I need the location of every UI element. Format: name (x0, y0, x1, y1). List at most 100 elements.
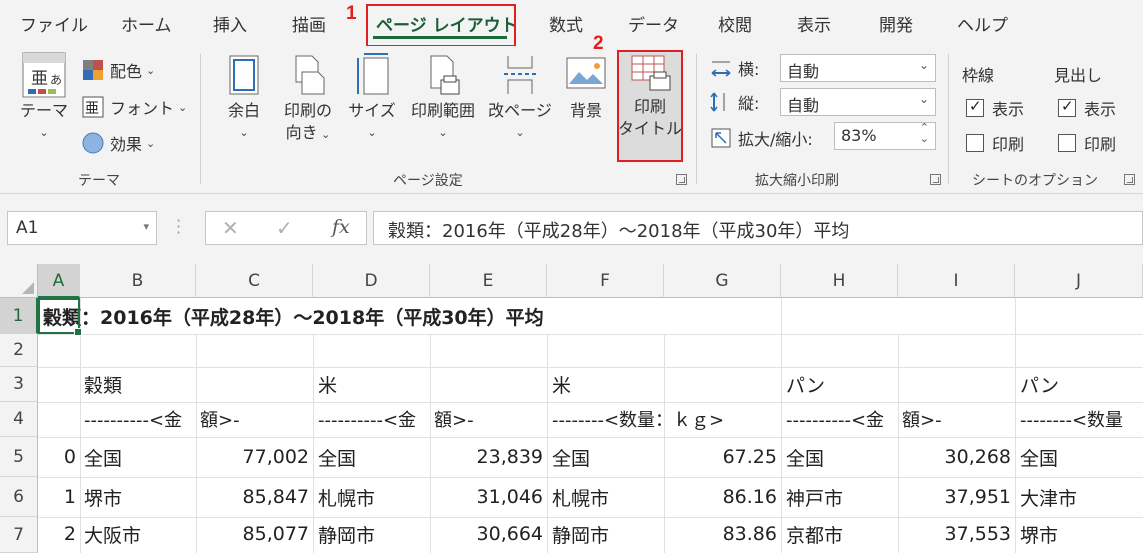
cell-e7[interactable]: 30,664 (430, 516, 543, 552)
row-header-4[interactable]: 4 (0, 402, 38, 437)
cell-h5[interactable]: 全国 (786, 439, 824, 475)
column-header-g[interactable]: G (664, 264, 781, 298)
cell-d3[interactable]: 米 (318, 366, 337, 402)
column-header-e[interactable]: E (430, 264, 547, 298)
formula-bar-grip-icon[interactable]: · · · (176, 213, 181, 241)
cell-c5[interactable]: 77,002 (196, 439, 309, 475)
gridlines-view-checkbox[interactable]: 表示 (966, 96, 1024, 120)
cell-e5[interactable]: 23,839 (430, 439, 543, 475)
cell-j7[interactable]: 堺市 (1020, 516, 1058, 552)
cell-b4[interactable]: ----------<金 額>- (84, 401, 240, 437)
gridline (38, 334, 1143, 335)
row-header-7[interactable]: 7 (0, 517, 38, 553)
cell-d6[interactable]: 札幌市 (318, 479, 375, 515)
cell-f7[interactable]: 静岡市 (552, 516, 609, 552)
scale-launcher-icon[interactable] (930, 174, 941, 185)
cell-f5[interactable]: 全国 (552, 439, 590, 475)
column-header-f[interactable]: F (547, 264, 664, 298)
chevron-down-icon[interactable]: ▾ (143, 220, 149, 233)
orientation-button[interactable]: 印刷の 向き ⌄ (278, 50, 338, 146)
breaks-button[interactable]: 改ページ ⌄ (485, 50, 555, 144)
cell-b6[interactable]: 堺市 (84, 479, 122, 515)
cell-g7[interactable]: 83.86 (664, 516, 777, 552)
enter-icon[interactable]: ✓ (276, 216, 293, 240)
cell-h7[interactable]: 京都市 (786, 516, 843, 552)
cell-h4[interactable]: ----------<金 額>- (786, 401, 942, 437)
tab-help[interactable]: ヘルプ (957, 11, 1008, 36)
cell-i6[interactable]: 37,951 (898, 479, 1011, 515)
width-dropdown[interactable]: 自動 ⌄ (780, 54, 936, 82)
scale-spinner[interactable]: 83% ⌃ ⌄ (834, 121, 936, 150)
cell-j4[interactable]: --------<数量 (1020, 401, 1123, 437)
cell-f3[interactable]: 米 (552, 366, 571, 402)
cell-g6[interactable]: 86.16 (664, 479, 777, 515)
row-header-3[interactable]: 3 (0, 367, 38, 402)
cell-h6[interactable]: 神戸市 (786, 479, 843, 515)
cell-c6[interactable]: 85,847 (196, 479, 309, 515)
cell-j5[interactable]: 全国 (1020, 439, 1058, 475)
select-all-button[interactable] (0, 264, 38, 298)
cancel-icon[interactable]: ✕ (222, 216, 239, 240)
cell-d7[interactable]: 静岡市 (318, 516, 375, 552)
column-header-a[interactable]: A (38, 264, 80, 298)
cell-a1-title[interactable]: 穀類：2016年（平成28年）〜2018年（平成30年）平均 (43, 298, 544, 334)
cell-j6[interactable]: 大津市 (1020, 479, 1077, 515)
tab-view[interactable]: 表示 (797, 11, 831, 36)
cell-b5[interactable]: 全国 (84, 439, 122, 475)
themes-button[interactable]: 亜 あ テーマ ⌄ (14, 50, 74, 144)
tab-developer[interactable]: 開発 (879, 11, 913, 36)
cell-f6[interactable]: 札幌市 (552, 479, 609, 515)
cell-c7[interactable]: 85,077 (196, 516, 309, 552)
cell-i5[interactable]: 30,268 (898, 439, 1011, 475)
margins-button[interactable]: 余白 ⌄ (218, 50, 270, 144)
cell-b7[interactable]: 大阪市 (84, 516, 141, 552)
column-header-c[interactable]: C (196, 264, 313, 298)
page-setup-launcher-icon[interactable] (676, 174, 687, 185)
cell-g5[interactable]: 67.25 (664, 439, 777, 475)
background-button[interactable]: 背景 (561, 50, 611, 122)
insert-function-icon[interactable]: fx (332, 216, 350, 238)
worksheet-grid[interactable]: A B C D E F G H I J 1 2 3 4 5 6 7 穀類：201… (0, 264, 1143, 553)
tab-data[interactable]: データ (628, 11, 679, 36)
headings-print-checkbox[interactable]: 印刷 (1058, 131, 1116, 155)
tab-insert[interactable]: 挿入 (213, 11, 247, 36)
cell-j3[interactable]: パン (1020, 366, 1059, 402)
formula-input[interactable]: 穀類：2016年（平成28年）〜2018年（平成30年）平均 (373, 211, 1143, 245)
orientation-label-1: 印刷の (283, 101, 332, 120)
row-header-5[interactable]: 5 (0, 437, 38, 477)
column-header-i[interactable]: I (898, 264, 1015, 298)
tab-formulas[interactable]: 数式 (549, 11, 583, 36)
cell-a6[interactable]: 1 (38, 479, 76, 515)
print-area-button[interactable]: 印刷範囲 ⌄ (405, 50, 481, 144)
fonts-button[interactable]: 亜 フォント ⌄ (82, 95, 187, 119)
size-button[interactable]: サイズ ⌄ (346, 50, 398, 144)
height-dropdown[interactable]: 自動 ⌄ (780, 88, 936, 116)
spin-down-icon[interactable]: ⌄ (920, 132, 929, 145)
cell-h3[interactable]: パン (786, 366, 825, 402)
cell-i7[interactable]: 37,553 (898, 516, 1011, 552)
gridlines-print-checkbox[interactable]: 印刷 (966, 131, 1024, 155)
cell-b3[interactable]: 穀類 (84, 366, 122, 402)
tab-file[interactable]: ファイル (20, 11, 88, 36)
column-header-b[interactable]: B (80, 264, 196, 298)
name-box[interactable]: A1 ▾ (7, 211, 157, 245)
colors-button[interactable]: 配色 ⌄ (82, 58, 155, 82)
tab-review[interactable]: 校閲 (718, 11, 752, 36)
cell-a7[interactable]: 2 (38, 516, 76, 552)
tab-home[interactable]: ホーム (121, 11, 172, 36)
tab-draw[interactable]: 描画 (292, 11, 326, 36)
row-header-2[interactable]: 2 (0, 334, 38, 367)
row-header-6[interactable]: 6 (0, 477, 38, 517)
column-header-j[interactable]: J (1015, 264, 1143, 298)
column-header-h[interactable]: H (781, 264, 898, 298)
cell-d4[interactable]: ----------<金 額>- (318, 401, 474, 437)
row-header-1[interactable]: 1 (0, 298, 38, 334)
column-header-d[interactable]: D (313, 264, 430, 298)
cell-e6[interactable]: 31,046 (430, 479, 543, 515)
cell-a5[interactable]: 0 (38, 439, 76, 475)
cell-f4[interactable]: --------<数量：ｋｇ> (552, 401, 724, 437)
headings-view-checkbox[interactable]: 表示 (1058, 96, 1116, 120)
cell-d5[interactable]: 全国 (318, 439, 356, 475)
sheet-options-launcher-icon[interactable] (1124, 174, 1135, 185)
effects-button[interactable]: 効果 ⌄ (82, 131, 155, 155)
